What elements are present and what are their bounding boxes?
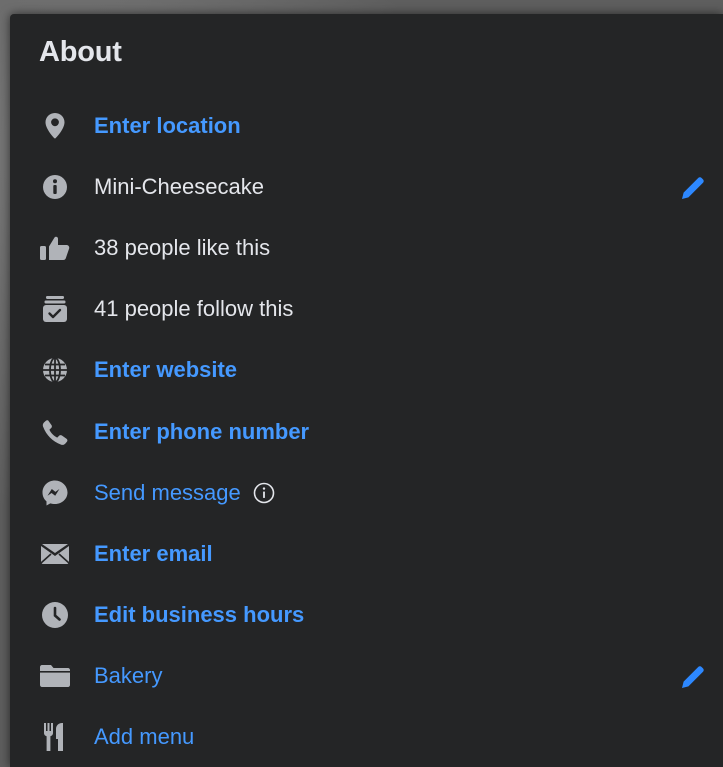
email-row[interactable]: Enter email bbox=[36, 532, 716, 576]
envelope-icon bbox=[36, 535, 74, 573]
folder-icon bbox=[36, 657, 74, 695]
menu-row[interactable]: Add menu bbox=[36, 715, 716, 759]
category-link[interactable]: Bakery bbox=[94, 663, 162, 689]
enter-phone-link[interactable]: Enter phone number bbox=[94, 419, 309, 445]
hours-row[interactable]: Edit business hours bbox=[36, 593, 716, 637]
follows-row: 41 people follow this bbox=[36, 287, 716, 331]
location-pin-icon bbox=[36, 107, 74, 145]
thumbs-up-icon bbox=[36, 229, 74, 267]
follows-text: 41 people follow this bbox=[94, 296, 294, 321]
location-row[interactable]: Enter location bbox=[36, 104, 716, 148]
enter-website-link[interactable]: Enter website bbox=[94, 357, 237, 383]
likes-row: 38 people like this bbox=[36, 226, 716, 270]
about-card: About Enter location Mini-Cheesecake 38 … bbox=[10, 14, 723, 767]
enter-email-link[interactable]: Enter email bbox=[94, 541, 213, 567]
about-title: About bbox=[39, 36, 122, 68]
send-message-link[interactable]: Send message bbox=[94, 480, 241, 506]
page-name-row: Mini-Cheesecake bbox=[36, 165, 716, 209]
website-row[interactable]: Enter website bbox=[36, 348, 716, 392]
globe-icon bbox=[36, 351, 74, 389]
edit-hours-link[interactable]: Edit business hours bbox=[94, 602, 304, 628]
messenger-icon bbox=[36, 474, 74, 512]
add-menu-link[interactable]: Add menu bbox=[94, 724, 194, 750]
category-row: Bakery bbox=[36, 654, 716, 698]
edit-name-pencil-icon[interactable] bbox=[676, 171, 710, 205]
edit-category-pencil-icon[interactable] bbox=[676, 660, 710, 694]
message-info-icon[interactable] bbox=[253, 482, 275, 504]
likes-text: 38 people like this bbox=[94, 235, 271, 260]
phone-icon bbox=[36, 413, 74, 451]
fork-knife-icon bbox=[36, 718, 74, 756]
follow-box-icon bbox=[36, 290, 74, 328]
page-name-text: Mini-Cheesecake bbox=[94, 174, 264, 199]
enter-location-link[interactable]: Enter location bbox=[94, 113, 241, 139]
message-row[interactable]: Send message bbox=[36, 471, 716, 515]
clock-icon bbox=[36, 596, 74, 634]
info-icon bbox=[36, 168, 74, 206]
phone-row[interactable]: Enter phone number bbox=[36, 410, 716, 454]
